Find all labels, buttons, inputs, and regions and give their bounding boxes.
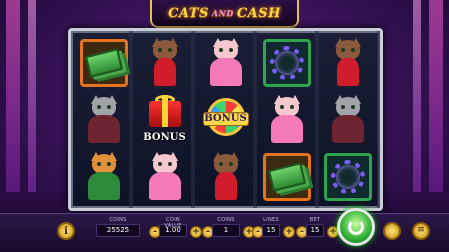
reel-cell xyxy=(75,148,132,205)
bet-label: BET xyxy=(309,217,321,223)
stage-light-left xyxy=(6,0,20,200)
control-bar: i COINS 25525 - COIN VALUE 1.00 + - COIN… xyxy=(0,208,449,252)
pink-cat-symbol xyxy=(263,94,311,145)
brown-cat-symbol xyxy=(324,37,372,88)
reel-cell: BONUS xyxy=(197,91,254,148)
reel-cell xyxy=(197,148,254,205)
info-button[interactable]: i xyxy=(57,222,75,240)
pink-cat-symbol xyxy=(202,37,250,88)
reel-cell xyxy=(319,91,376,148)
logo-word-and: AND xyxy=(211,8,234,18)
grey-cat-symbol xyxy=(80,94,128,145)
reel-cell xyxy=(75,34,132,91)
gift-box-icon xyxy=(148,94,181,127)
lines-label: LINES xyxy=(263,217,279,223)
logo-word-cats: CATS xyxy=(168,5,209,21)
lines: LINES 15 xyxy=(262,217,280,237)
bonus-wheel-symbol: BONUS xyxy=(201,95,251,145)
spin-button[interactable] xyxy=(337,208,375,246)
game-logo: CATS AND CASH xyxy=(150,0,299,28)
reel-cell xyxy=(258,91,315,148)
necklace-symbol xyxy=(262,38,311,87)
bet-value: 15 xyxy=(306,224,324,237)
coin-value-label: COIN VALUE xyxy=(164,217,181,229)
autoplay-button[interactable] xyxy=(383,222,401,240)
necklace-icon xyxy=(269,45,304,80)
cash-stack-icon xyxy=(267,161,306,192)
necklace-icon xyxy=(330,159,365,194)
reel-cell xyxy=(319,148,376,205)
stage-light-right xyxy=(429,0,443,200)
pink-cat-symbol xyxy=(141,151,189,202)
cash-stack-icon xyxy=(84,47,123,78)
coins-balance-label: COINS xyxy=(109,217,127,223)
reel-cell xyxy=(258,148,315,205)
stage-light-right-inner xyxy=(413,0,421,200)
reel-cell: BONUS xyxy=(136,91,193,148)
menu-button[interactable]: ≡ xyxy=(412,222,430,240)
bonus-gift-label: BONUS xyxy=(143,131,186,143)
logo-word-cash: CASH xyxy=(236,5,281,21)
coin-value-increase-button[interactable]: + xyxy=(190,226,202,238)
coins-balance: COINS 25525 xyxy=(96,217,140,237)
reel-cell xyxy=(258,34,315,91)
spin-icon xyxy=(348,219,364,235)
money-symbol xyxy=(262,152,311,201)
grey-cat-symbol xyxy=(324,94,372,145)
orange-cat-symbol xyxy=(80,151,128,202)
bonus-gift-symbol: BONUS xyxy=(140,94,190,145)
stage-light-left-inner xyxy=(28,0,36,200)
reel-cell xyxy=(197,34,254,91)
coins-bet-value: 1 xyxy=(212,224,240,237)
coins-bet-label: COINS xyxy=(217,217,235,223)
reel-cell xyxy=(319,34,376,91)
lines-value: 15 xyxy=(262,224,280,237)
brown-cat-symbol xyxy=(141,37,189,88)
reel-cell xyxy=(136,34,193,91)
coin-value: COIN VALUE 1.00 xyxy=(159,217,187,237)
brown-cat-symbol xyxy=(202,151,250,202)
coins-bet: COINS 1 xyxy=(212,217,240,237)
reel-cell xyxy=(75,91,132,148)
necklace-symbol xyxy=(323,152,372,201)
reels-grid: BONUS BONUS xyxy=(68,28,383,211)
reel-cell xyxy=(136,148,193,205)
coin-value-value: 1.00 xyxy=(159,224,187,237)
lines-increase-button[interactable]: + xyxy=(283,226,295,238)
coins-balance-value: 25525 xyxy=(96,224,140,237)
money-symbol xyxy=(79,38,128,87)
bet: BET 15 xyxy=(306,217,324,237)
bonus-wheel-label: BONUS xyxy=(202,111,249,126)
